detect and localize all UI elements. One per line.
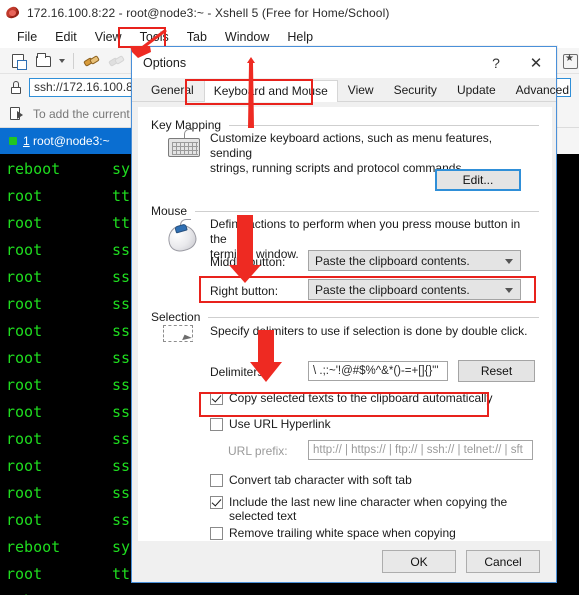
xshell-logo-icon (4, 5, 21, 21)
group-rule (208, 316, 539, 318)
middle-button-select[interactable]: Paste the clipboard contents. (308, 250, 521, 271)
soft-tab-label: Convert tab character with soft tab (229, 473, 412, 487)
dialog-tab-strip: General Keyboard and Mouse View Security… (132, 78, 569, 102)
tab-status-dot-icon (9, 137, 17, 145)
add-bookmark-icon[interactable] (10, 106, 25, 121)
session-tab-root-node3[interactable]: 1 root@node3:~ (0, 128, 145, 154)
tab-general[interactable]: General (141, 79, 204, 101)
menu-item-file[interactable]: File (8, 28, 46, 46)
soft-tab-checkbox-row[interactable]: Convert tab character with soft tab (210, 473, 530, 487)
url-hyperlink-checkbox[interactable] (210, 418, 223, 431)
menu-item-window[interactable]: Window (216, 28, 278, 46)
chevron-down-icon (505, 259, 513, 264)
tab-label: root@node3:~ (33, 134, 110, 148)
menu-item-tab[interactable]: Tab (178, 28, 216, 46)
tab-advanced[interactable]: Advanced (506, 79, 579, 101)
copy-auto-checkbox-row[interactable]: Copy selected texts to the clipboard aut… (210, 391, 530, 405)
last-newline-label: Include the last new line character when… (229, 495, 508, 523)
delimiters-input[interactable]: \ .;:~'!@#$%^&*()-=+[]{}"' (308, 361, 448, 381)
close-icon[interactable]: ✕ (516, 48, 556, 78)
dialog-title-bar: Options ? ✕ (132, 47, 556, 78)
open-folder-icon[interactable] (34, 51, 55, 71)
bookmark-hint-text: To add the current (33, 106, 130, 121)
reset-delimiters-button[interactable]: Reset (458, 360, 535, 382)
tab-index: 1 (23, 134, 30, 148)
group-rule (195, 210, 539, 212)
right-button-select[interactable]: Paste the clipboard contents. (308, 279, 521, 300)
window-title: 172.16.100.8:22 - root@node3:~ - Xshell … (27, 6, 390, 20)
terminal-line: rebootsyst (6, 588, 579, 595)
copy-auto-label: Copy selected texts to the clipboard aut… (229, 391, 493, 405)
options-dialog: Options ? ✕ General Keyboard and Mouse V… (131, 46, 569, 583)
selection-icon (163, 325, 205, 359)
url-hyperlink-label: Use URL Hyperlink (229, 417, 331, 431)
middle-button-label: Middle button: (210, 255, 286, 269)
url-hyperlink-checkbox-row[interactable]: Use URL Hyperlink (210, 417, 530, 431)
menu-item-tools[interactable]: Tools (131, 28, 178, 46)
group-rule (229, 124, 539, 126)
copy-auto-checkbox[interactable] (210, 392, 223, 405)
soft-tab-checkbox[interactable] (210, 474, 223, 487)
lock-icon (10, 80, 22, 94)
last-newline-checkbox-row[interactable]: Include the last new line character when… (210, 495, 528, 523)
group-key-mapping: Key Mapping (151, 118, 539, 132)
group-selection: Selection (151, 310, 539, 324)
menu-item-view[interactable]: View (86, 28, 131, 46)
help-icon[interactable]: ? (476, 48, 516, 78)
tab-view[interactable]: View (338, 79, 384, 101)
ok-button[interactable]: OK (382, 550, 456, 573)
edit-key-mapping-button[interactable]: Edit... (435, 169, 521, 191)
new-session-icon[interactable]: + (9, 51, 30, 71)
selection-description: Specify delimiters to use if selection i… (210, 324, 528, 338)
keyboard-icon (164, 129, 204, 159)
menu-item-help[interactable]: Help (278, 28, 322, 46)
dialog-content-panel: Key Mapping Customize keyboard actions, … (138, 107, 552, 548)
tab-keyboard-and-mouse[interactable]: Keyboard and Mouse (203, 80, 338, 102)
dialog-footer: OK Cancel (132, 541, 556, 582)
toolbar-separator (73, 52, 74, 69)
xshell-window: 172.16.100.8:22 - root@node3:~ - Xshell … (0, 0, 579, 595)
group-label-mouse: Mouse (151, 204, 188, 218)
disconnect-icon[interactable] (107, 51, 128, 71)
right-button-label: Right button: (210, 284, 279, 298)
menu-bar: File Edit View Tools Tab Window Help (0, 26, 579, 48)
cancel-button[interactable]: Cancel (466, 550, 540, 573)
tab-security[interactable]: Security (384, 79, 447, 101)
url-prefix-input[interactable]: http:// | https:// | ftp:// | ssh:// | t… (308, 440, 533, 460)
last-newline-checkbox[interactable] (210, 496, 223, 509)
group-label-selection: Selection (151, 310, 201, 324)
chevron-down-icon (505, 288, 513, 293)
trailing-space-checkbox[interactable] (210, 527, 223, 540)
delimiters-label: Delimiters: (210, 365, 267, 379)
group-mouse: Mouse (151, 204, 539, 218)
tab-update[interactable]: Update (447, 79, 506, 101)
mouse-icon (162, 219, 204, 255)
menu-item-edit[interactable]: Edit (46, 28, 86, 46)
title-bar: 172.16.100.8:22 - root@node3:~ - Xshell … (0, 0, 579, 26)
dialog-title: Options (143, 55, 187, 70)
trailing-space-label: Remove trailing white space when copying (229, 526, 456, 540)
url-prefix-label: URL prefix: (228, 444, 288, 458)
folder-dropdown-caret-icon[interactable] (59, 58, 65, 63)
favorites-panel-icon[interactable] (563, 53, 578, 69)
trailing-space-checkbox-row[interactable]: Remove trailing white space when copying (210, 526, 530, 540)
connect-icon[interactable] (82, 51, 103, 71)
